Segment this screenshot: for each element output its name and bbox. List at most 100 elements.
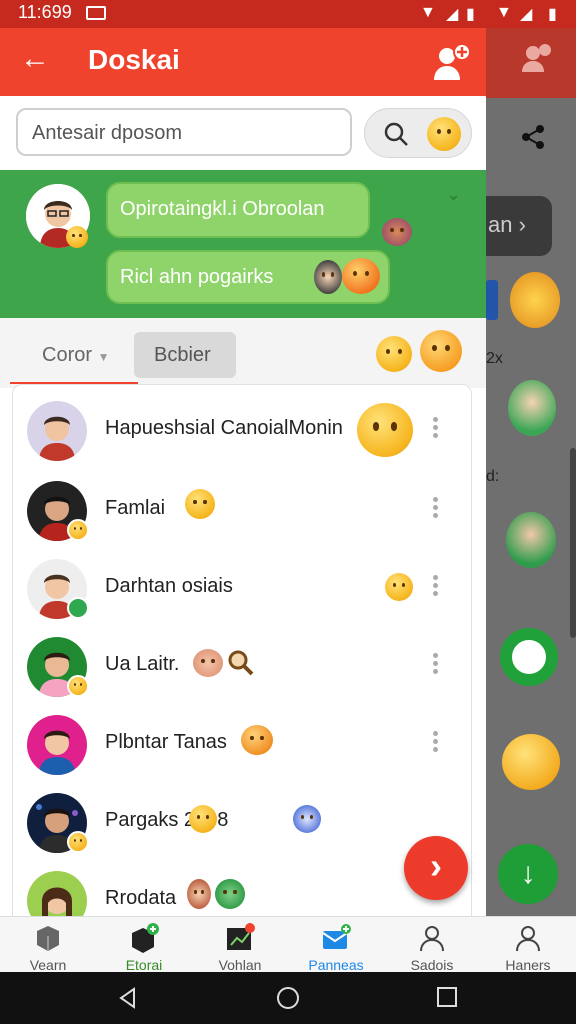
- background-download-button: ↓: [498, 844, 558, 904]
- more-options-icon[interactable]: [433, 417, 441, 441]
- more-options-icon[interactable]: [433, 497, 441, 521]
- person-avatar-icon: [39, 416, 75, 461]
- add-user-icon[interactable]: [432, 42, 472, 82]
- bottom-navigation: Vearn Etorai Vohlan Panneas Sadois Haner…: [0, 916, 576, 973]
- chat-bubble-1[interactable]: Opirotaingkl.i Obroolan: [106, 182, 370, 238]
- status-bar: 11:699 ▼ ◢ ▮ ▼ ◢ ▮: [0, 0, 576, 28]
- contact-name: Darhtan osiais: [105, 575, 233, 597]
- background-scrollbar: [570, 448, 576, 638]
- signal-icon-2: ◢: [520, 6, 533, 23]
- page-title: Doskai: [88, 44, 180, 75]
- contact-name: Rrodata: [105, 887, 177, 909]
- background-app-bar: [486, 28, 576, 98]
- next-fab-button[interactable]: ›: [404, 836, 468, 900]
- search-input[interactable]: Antesair dposom: [16, 108, 352, 156]
- home-circle-icon[interactable]: [276, 986, 300, 1010]
- nav-label: Vearn: [29, 957, 67, 973]
- status-time: 11:699: [18, 2, 72, 22]
- background-tag-1: 2x: [486, 350, 503, 367]
- mail-plus-icon: [322, 924, 351, 949]
- avatar: [27, 715, 87, 775]
- background-ring: [500, 628, 558, 686]
- chevron-down-icon[interactable]: ⌄: [446, 184, 461, 205]
- back-arrow-icon[interactable]: ←: [20, 42, 50, 76]
- nav-label: Haners: [505, 957, 551, 973]
- filter-button[interactable]: Bcbier: [134, 332, 236, 378]
- contact-name: Ua Laitr.: [105, 653, 180, 675]
- contact-list: Hapueshsial CanoialMonin Famlai Darhtan …: [12, 384, 472, 944]
- system-navigation-bar: [0, 972, 576, 1024]
- chat-bubble-2-text: Ricl ahn pogairks: [120, 266, 274, 288]
- wifi-icon: ▼: [420, 4, 436, 21]
- person-avatar-icon: [39, 730, 75, 775]
- thinking-emoji-icon: [385, 573, 413, 601]
- laughing-emoji-icon: [342, 258, 380, 294]
- list-item[interactable]: Hapueshsial CanoialMonin: [13, 389, 471, 467]
- person-sticker-icon: [187, 879, 211, 909]
- surprised-emoji-icon[interactable]: [376, 336, 412, 372]
- nav-item-vearn[interactable]: Vearn: [0, 917, 96, 973]
- box-plus-icon: [132, 923, 159, 953]
- contact-name: Plbntar Tanas: [105, 731, 227, 753]
- more-options-icon[interactable]: [433, 731, 441, 755]
- chat-preview: Opirotaingkl.i Obroolan Ricl ahn pogairk…: [0, 170, 486, 318]
- filter-button-label: Bcbier: [154, 344, 211, 366]
- nav-label: Panneas: [308, 957, 364, 973]
- bear-emoji-icon: [241, 725, 273, 755]
- magnifier-emoji-icon: [228, 650, 254, 676]
- wifi-icon-2: ▼: [496, 4, 512, 21]
- filter-dropdown[interactable]: Coror ▼: [42, 344, 109, 367]
- chevron-right-icon: ›: [430, 845, 442, 886]
- recents-square-icon[interactable]: [436, 986, 458, 1008]
- cube-icon: [37, 926, 59, 951]
- nav-label: Sadois: [410, 957, 454, 973]
- chat-bubble-1-text: Opirotaingkl.i Obroolan: [120, 198, 325, 220]
- avatar: [27, 401, 87, 461]
- nav-item-etorai[interactable]: Etorai: [96, 917, 192, 973]
- dropdown-caret-icon: ▼: [97, 350, 110, 364]
- status-badge-emoji-icon: [67, 519, 89, 541]
- background-screen: an › 2x d: ↓: [486, 28, 576, 972]
- search-icon: [384, 122, 408, 146]
- more-options-icon[interactable]: [433, 575, 441, 599]
- person-icon: [420, 926, 444, 952]
- nav-item-haners[interactable]: Haners: [480, 917, 576, 973]
- search-button[interactable]: [364, 108, 472, 158]
- thinking-emoji-icon: [185, 489, 215, 519]
- share-icon-bg: [522, 125, 544, 149]
- status-badge-emoji-icon: [67, 831, 89, 853]
- filter-row: Coror ▼ Bcbier: [0, 318, 486, 388]
- background-avatar-3: [506, 512, 556, 568]
- background-tag-2: d:: [486, 468, 500, 485]
- status-badge-emoji-icon: [67, 675, 89, 697]
- background-emoji: [502, 734, 560, 790]
- nav-item-sadois[interactable]: Sadois: [384, 917, 480, 973]
- person-icon: [516, 926, 540, 952]
- battery-icon-2: ▮: [548, 6, 557, 23]
- reaction-emoji-icon: [66, 226, 88, 248]
- list-item[interactable]: Pargaks 2008: [13, 781, 471, 859]
- more-options-icon[interactable]: [433, 653, 441, 677]
- person-sticker-icon: [314, 260, 342, 294]
- bear-emoji-icon[interactable]: [420, 330, 462, 372]
- list-item[interactable]: Plbntar Tanas: [13, 703, 471, 781]
- nav-label: Vohlan: [218, 957, 262, 973]
- nav-item-vohlan[interactable]: Vohlan: [192, 917, 288, 973]
- sticker-icon: [382, 218, 412, 246]
- hands-emoji-icon: [193, 649, 223, 677]
- list-item[interactable]: Darhtan osiais: [13, 547, 471, 625]
- background-avatar-2: [508, 380, 556, 436]
- nav-item-panneas[interactable]: Panneas: [288, 917, 384, 973]
- add-user-icon-bg: [522, 44, 551, 72]
- signal-icon: ◢: [446, 6, 459, 23]
- back-triangle-icon[interactable]: [116, 986, 140, 1010]
- app-bar: ← Doskai: [0, 28, 486, 96]
- grinning-emoji-icon: [357, 403, 413, 457]
- list-item[interactable]: Ua Laitr.: [13, 625, 471, 703]
- battery-icon: ▮: [466, 6, 475, 23]
- contact-name: Famlai: [105, 497, 166, 519]
- list-item[interactable]: Famlai: [13, 469, 471, 547]
- background-blue-shape: [486, 280, 498, 320]
- green-face-emoji-icon: [215, 879, 245, 909]
- contact-name: Hapueshsial CanoialMonin: [105, 417, 343, 439]
